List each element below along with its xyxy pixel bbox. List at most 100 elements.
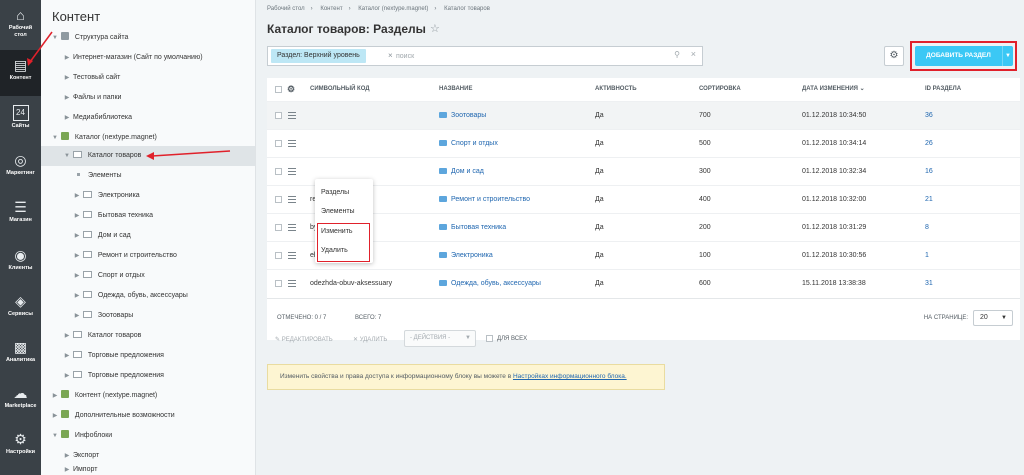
chevron-right-icon[interactable]: ▶ xyxy=(63,465,71,475)
gear-icon[interactable]: ⚙ xyxy=(287,78,295,101)
row-menu-icon[interactable] xyxy=(288,224,296,231)
chevron-right-icon[interactable]: ▶ xyxy=(73,186,81,206)
menu-marketplace[interactable]: ☁ Marketplace xyxy=(0,378,41,424)
chevron-right-icon[interactable]: ▶ xyxy=(63,68,71,88)
tree-item-export[interactable]: ▶ Экспорт xyxy=(41,446,255,466)
chevron-right-icon[interactable]: ▶ xyxy=(73,266,81,286)
row-menu-icon[interactable] xyxy=(288,168,296,175)
row-checkbox[interactable] xyxy=(275,168,282,175)
filter-search-bar[interactable]: Раздел: Верхний уровень × ⚲ × xyxy=(267,46,703,66)
chevron-right-icon[interactable]: ▶ xyxy=(63,446,71,466)
star-icon[interactable]: ☆ xyxy=(430,22,440,35)
row-checkbox[interactable] xyxy=(275,280,282,287)
tree-item-media[interactable]: ▶ Медиабиблиотека xyxy=(41,108,255,128)
table-row[interactable]: Спорт и отдых Да 500 01.12.2018 10:34:14… xyxy=(267,129,1020,157)
table-row[interactable]: Дом и сад Да 300 01.12.2018 10:32:34 16 xyxy=(267,157,1020,185)
row-menu-icon[interactable] xyxy=(288,252,296,259)
tree-item-offers[interactable]: ▶ Торговые предложения xyxy=(41,346,255,366)
breadcrumb-item[interactable]: Рабочий стол xyxy=(267,6,305,12)
cell-id[interactable]: 8 xyxy=(925,214,929,242)
filter-chip[interactable]: Раздел: Верхний уровень xyxy=(271,49,366,63)
column-header-date[interactable]: ДАТА ИЗМЕНЕНИЯ ⌄ xyxy=(802,78,865,101)
cell-id[interactable]: 1 xyxy=(925,242,929,270)
tree-item-offers-2[interactable]: ▶ Торговые предложения xyxy=(41,366,255,386)
chevron-right-icon[interactable]: ▶ xyxy=(73,206,81,226)
row-menu-icon[interactable] xyxy=(288,280,296,287)
search-input[interactable] xyxy=(396,49,636,63)
chevron-right-icon[interactable]: ▶ xyxy=(51,406,59,426)
per-page-select[interactable]: 20 ▼ xyxy=(973,310,1013,326)
cell-name[interactable]: Зоотовары xyxy=(439,102,486,130)
row-checkbox[interactable] xyxy=(275,252,282,259)
menu-analytics[interactable]: ▩ Аналитика xyxy=(0,332,41,378)
tree-item-infoblocks[interactable]: ▼ Инфоблоки xyxy=(41,426,255,446)
menu-clients[interactable]: ◉ Клиенты xyxy=(0,240,41,286)
chevron-right-icon[interactable]: ▶ xyxy=(63,88,71,108)
select-all-checkbox[interactable] xyxy=(275,86,282,93)
search-icon[interactable]: ⚲ xyxy=(674,50,680,59)
chevron-right-icon[interactable]: ▶ xyxy=(63,346,71,366)
add-section-button[interactable]: ДОБАВИТЬ РАЗДЕЛ xyxy=(915,46,1002,66)
column-header-id[interactable]: ID РАЗДЕЛА xyxy=(925,78,961,101)
breadcrumb-item[interactable]: Контент xyxy=(320,6,342,12)
cell-name[interactable]: Ремонт и строительство xyxy=(439,186,530,214)
chevron-down-icon[interactable]: ▼ xyxy=(51,128,59,148)
chevron-right-icon[interactable]: ▶ xyxy=(63,48,71,68)
tree-item-electronics[interactable]: ▶ Электроника xyxy=(41,186,255,206)
tree-item-pets[interactable]: ▶ Зоотовары xyxy=(41,306,255,326)
table-row[interactable]: odezhda-obuv-aksessuary Одежда, обувь, а… xyxy=(267,269,1020,297)
menu-settings[interactable]: ⚙ Настройки xyxy=(0,424,41,470)
cell-name[interactable]: Спорт и отдых xyxy=(439,130,498,158)
row-checkbox[interactable] xyxy=(275,196,282,203)
tree-item-appliances[interactable]: ▶ Бытовая техника xyxy=(41,206,255,226)
breadcrumb-item[interactable]: Каталог (nextype.magnet) xyxy=(358,6,428,12)
chevron-down-icon[interactable]: ▼ xyxy=(63,146,71,166)
row-checkbox[interactable] xyxy=(275,140,282,147)
infoblock-settings-link[interactable]: Настройках информационного блока. xyxy=(513,373,627,380)
tree-item-sport[interactable]: ▶ Спорт и отдых xyxy=(41,266,255,286)
breadcrumb-item[interactable]: Каталог товаров xyxy=(444,6,490,12)
menu-shop[interactable]: ☰ Магазин xyxy=(0,192,41,238)
tree-item-content-magnet[interactable]: ▶ Контент (nextype.magnet) xyxy=(41,386,255,406)
row-checkbox[interactable] xyxy=(275,224,282,231)
cell-name[interactable]: Одежда, обувь, аксессуары xyxy=(439,270,541,298)
cell-name[interactable]: Электроника xyxy=(439,242,493,270)
tree-item-test-site[interactable]: ▶ Тестовый сайт xyxy=(41,68,255,88)
column-header-sort[interactable]: СОРТИРОВКА xyxy=(699,78,741,101)
tree-item-internet-shop[interactable]: ▶ Интернет-магазин (Сайт по умолчанию) xyxy=(41,48,255,68)
menu-services[interactable]: ◈ Сервисы xyxy=(0,286,41,332)
tree-item-repair[interactable]: ▶ Ремонт и строительство xyxy=(41,246,255,266)
tree-item-files[interactable]: ▶ Файлы и папки xyxy=(41,88,255,108)
menu-desktop[interactable]: ⌂ Рабочий стол xyxy=(0,0,41,46)
chevron-right-icon[interactable]: ▶ xyxy=(51,386,59,406)
row-menu-icon[interactable] xyxy=(288,112,296,119)
row-menu-icon[interactable] xyxy=(288,140,296,147)
cell-name[interactable]: Дом и сад xyxy=(439,158,484,186)
tree-item-clothing[interactable]: ▶ Одежда, обувь, аксессуары xyxy=(41,286,255,306)
for-all-checkbox[interactable] xyxy=(486,335,493,342)
table-row[interactable]: remont-i-stroitelstvo Ремонт и строитель… xyxy=(267,185,1020,213)
table-row[interactable]: elektronika Электроника Да 100 01.12.201… xyxy=(267,241,1020,269)
chevron-right-icon[interactable]: ▶ xyxy=(63,108,71,128)
column-header-name[interactable]: НАЗВАНИЕ xyxy=(439,78,472,101)
table-row[interactable]: Зоотовары Да 700 01.12.2018 10:34:50 36 xyxy=(267,101,1020,129)
tree-item-elements[interactable]: Элементы xyxy=(41,166,255,186)
tree-item-product-catalog-2[interactable]: ▶ Каталог товаров xyxy=(41,326,255,346)
cell-id[interactable]: 26 xyxy=(925,130,933,158)
row-menu-icon[interactable] xyxy=(288,196,296,203)
cell-id[interactable]: 16 xyxy=(925,158,933,186)
chevron-right-icon[interactable]: ▶ xyxy=(73,246,81,266)
clear-icon[interactable]: × xyxy=(691,49,696,59)
menu-item-elements[interactable]: Элементы xyxy=(321,208,355,215)
menu-marketing[interactable]: ◎ Маркетинг xyxy=(0,145,41,191)
settings-button[interactable]: ⚙ xyxy=(884,46,904,66)
cell-id[interactable]: 36 xyxy=(925,102,933,130)
chevron-down-icon[interactable]: ▼ xyxy=(51,28,59,48)
table-row[interactable]: bytovaya-tekhnika Бытовая техника Да 200… xyxy=(267,213,1020,241)
tree-item-import[interactable]: ▶ Импорт xyxy=(41,464,255,475)
tree-item-home-garden[interactable]: ▶ Дом и сад xyxy=(41,226,255,246)
chevron-right-icon[interactable]: ▶ xyxy=(63,326,71,346)
close-icon[interactable]: × xyxy=(388,49,393,63)
cell-id[interactable]: 31 xyxy=(925,270,933,298)
tree-item-extra[interactable]: ▶ Дополнительные возможности xyxy=(41,406,255,426)
